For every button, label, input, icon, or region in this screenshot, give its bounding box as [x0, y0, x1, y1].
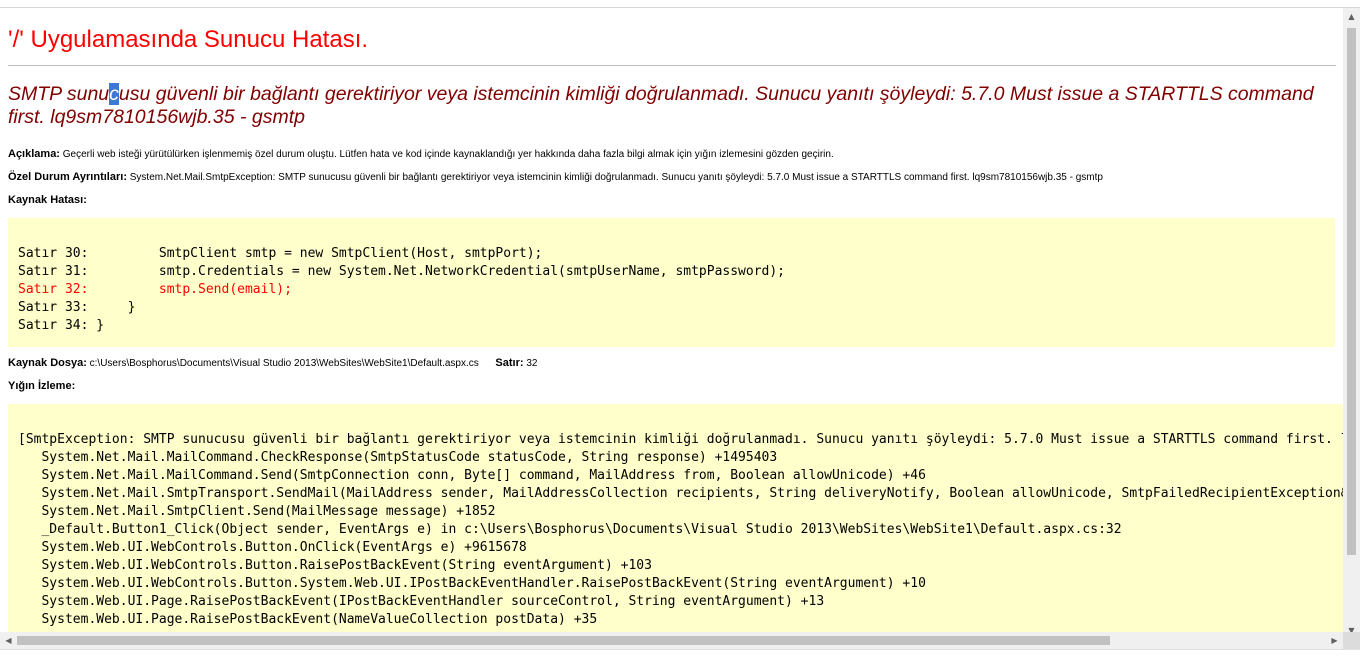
code-line-error: Satır 32: smtp.Send(email);: [18, 282, 292, 297]
source-line-label: Satır:: [495, 357, 524, 369]
scroll-up-icon[interactable]: ▲: [1343, 8, 1360, 25]
page-title: '/' Uygulamasında Sunucu Hatası.: [8, 26, 369, 53]
stack-trace-block: [SmtpException: SMTP sunucusu güvenli bi…: [8, 404, 1344, 636]
error-message: SMTP sunucusu güvenli bir bağlantı gerek…: [8, 83, 1338, 129]
error-page: '/' Uygulamasında Sunucu Hatası. SMTP su…: [8, 26, 1344, 636]
top-border: [0, 7, 1360, 8]
stack-line: _Default.Button1_Click(Object sender, Ev…: [18, 522, 1122, 537]
stack-line: [SmtpException: SMTP sunucusu güvenli bi…: [18, 432, 1344, 447]
source-file-label: Kaynak Dosya:: [8, 357, 87, 369]
text-selection: c: [109, 83, 119, 105]
code-line: Satır 34: }: [18, 318, 105, 333]
source-file-row: Kaynak Dosya: c:\Users\Bosphorus\Documen…: [8, 357, 1344, 370]
source-error-label: Kaynak Hatası:: [8, 194, 87, 206]
code-line: Satır 33: }: [18, 300, 136, 315]
bottom-border: [0, 649, 1360, 656]
description-label: Açıklama:: [8, 148, 60, 160]
stack-trace-label: Yığın İzleme:: [8, 380, 76, 392]
description-text: Geçerli web isteği yürütülürken işlenmem…: [62, 149, 834, 160]
error-message-part1: SMTP sunu: [8, 83, 110, 105]
stack-line: System.Web.UI.Page.RaisePostBackEvent(IP…: [18, 594, 825, 609]
horizontal-scrollbar[interactable]: ◀ ▶: [0, 632, 1343, 649]
title-divider: [8, 65, 1336, 66]
exception-label: Özel Durum Ayrıntıları:: [8, 171, 127, 183]
stack-line: System.Web.UI.Page.RaisePostBackEvent(Na…: [18, 612, 598, 627]
stack-trace-row: Yığın İzleme:: [8, 380, 1344, 393]
stack-line: System.Net.Mail.SmtpTransport.SendMail(M…: [18, 486, 1344, 501]
description-row: Açıklama: Geçerli web isteği yürütülürke…: [8, 148, 1344, 161]
scroll-left-icon[interactable]: ◀: [0, 632, 17, 649]
scrollbar-corner: [1343, 632, 1360, 649]
vertical-scrollbar[interactable]: ▲ ▼: [1343, 8, 1360, 639]
horizontal-scroll-thumb[interactable]: [17, 636, 1110, 645]
stack-line: System.Web.UI.WebControls.Button.RaisePo…: [18, 558, 652, 573]
exception-text: System.Net.Mail.SmtpException: SMTP sunu…: [129, 172, 1103, 183]
stack-line: System.Net.Mail.SmtpClient.Send(MailMess…: [18, 504, 496, 519]
stack-line: System.Net.Mail.MailCommand.CheckRespons…: [18, 450, 778, 465]
stack-line: System.Net.Mail.MailCommand.Send(SmtpCon…: [18, 468, 926, 483]
code-line: Satır 31: smtp.Credentials = new System.…: [18, 264, 786, 279]
exception-row: Özel Durum Ayrıntıları: System.Net.Mail.…: [8, 171, 1344, 184]
error-message-part2: usu güvenli bir bağlantı gerektiriyor ve…: [8, 83, 1314, 128]
stack-line: System.Web.UI.WebControls.Button.System.…: [18, 576, 926, 591]
source-line-number: 32: [526, 358, 538, 369]
stack-line: System.Web.UI.WebControls.Button.OnClick…: [18, 540, 527, 555]
vertical-scroll-thumb[interactable]: [1347, 28, 1356, 555]
code-line: Satır 30: SmtpClient smtp = new SmtpClie…: [18, 246, 543, 261]
source-error-row: Kaynak Hatası:: [8, 194, 1344, 207]
source-file-path: c:\Users\Bosphorus\Documents\Visual Stud…: [89, 358, 479, 369]
source-code-block: Satır 30: SmtpClient smtp = new SmtpClie…: [8, 218, 1335, 347]
scroll-right-icon[interactable]: ▶: [1326, 632, 1343, 649]
